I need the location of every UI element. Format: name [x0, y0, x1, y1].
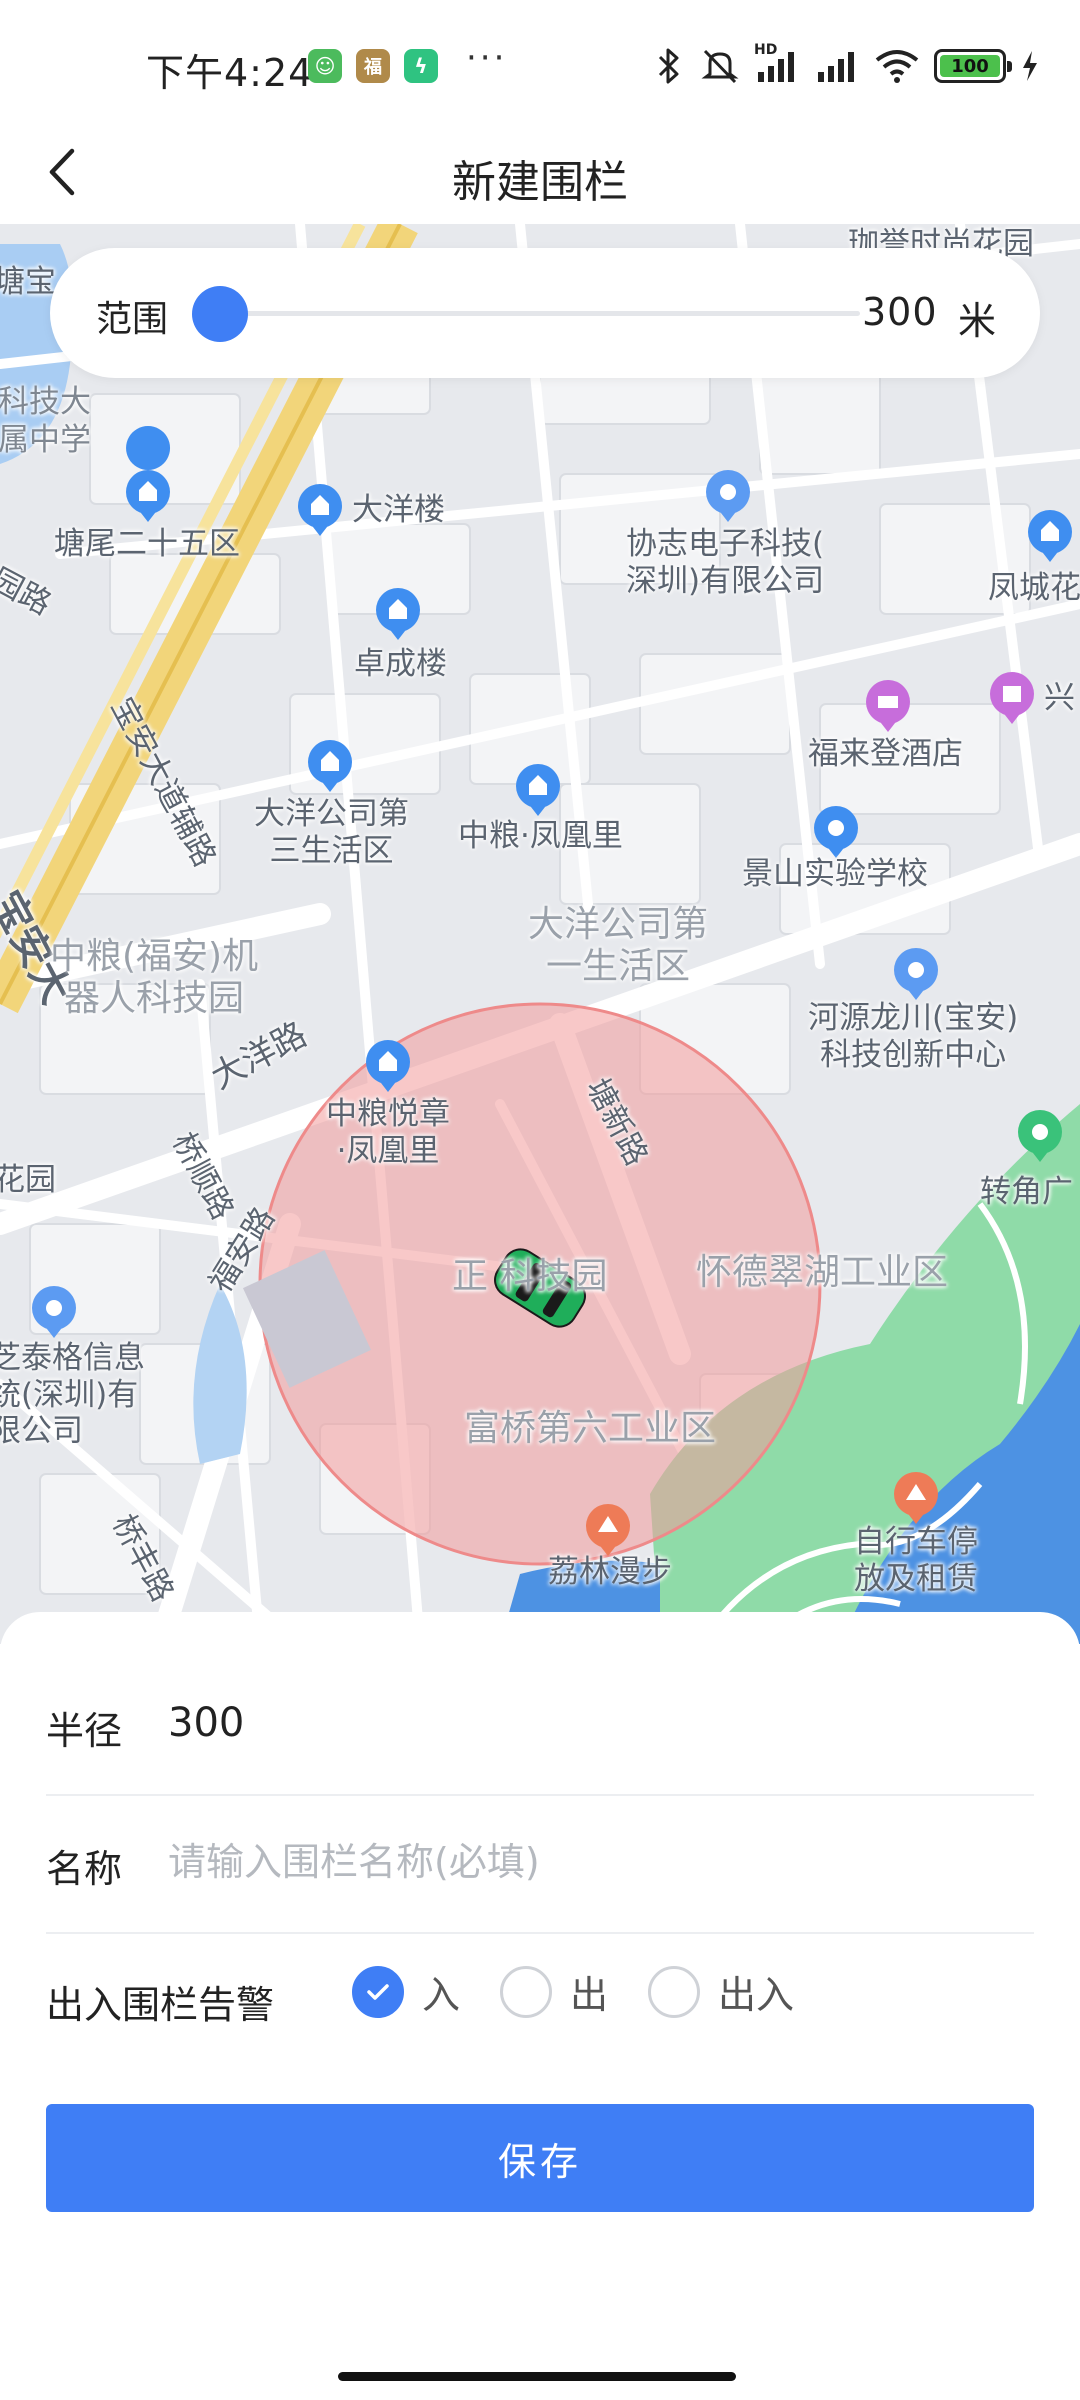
map-label: 协志电子科技( 深圳)有限公司	[626, 526, 825, 599]
status-time: 下午4:24	[146, 51, 314, 95]
map-label: 卓成楼	[354, 646, 447, 682]
range-slider-card: 范围 300 米	[50, 248, 1040, 378]
map-label: 大洋公司第 一生活区	[528, 904, 709, 988]
map-label: 福来登酒店	[808, 736, 963, 772]
map-label: 中粮·凤凰里	[458, 818, 623, 854]
bolt-app-icon: ϟ	[404, 49, 438, 83]
radio-checked-icon	[352, 1965, 404, 2018]
bluetooth-icon	[658, 48, 679, 84]
map-label: 塘尾二十五区	[54, 526, 240, 562]
map-label: 凤城花	[988, 570, 1080, 606]
fence-alert-radio-group: 入 出 出入	[352, 1964, 834, 2019]
range-slider-thumb[interactable]	[192, 286, 248, 342]
map-label: 塘宝	[0, 264, 56, 300]
more-notifications-icon: ···	[466, 38, 508, 78]
alert-option-enter[interactable]: 入	[352, 1964, 460, 2019]
range-value: 300	[862, 290, 938, 334]
radius-label: 半径	[46, 1709, 123, 1753]
map-label: 中粮悦章 ·凤凰里	[326, 1096, 450, 1169]
map-label: 正 科技园	[452, 1256, 608, 1297]
map-label: 富桥第六工业区	[464, 1408, 717, 1449]
mobile-signal-2-icon	[818, 52, 854, 82]
map-label: 自行车停 放及租赁	[854, 1524, 978, 1597]
map-label: 兴	[1044, 680, 1075, 716]
alert-option-label: 出入	[718, 1973, 795, 2017]
alert-option-enter-exit[interactable]: 出入	[648, 1964, 794, 2019]
map-label: 大洋公司第 三生活区	[254, 796, 409, 869]
radius-row: 半径 300	[46, 1658, 1034, 1796]
wifi-icon	[875, 50, 919, 83]
fu-app-icon: 福	[356, 49, 390, 83]
name-label: 名称	[46, 1847, 123, 1891]
map-label: 花园	[0, 1162, 56, 1198]
map-label: 河源龙川(宝安) 科技创新中心	[808, 1000, 1019, 1073]
silent-bell-icon	[701, 49, 739, 84]
range-slider-track[interactable]	[220, 311, 860, 316]
status-indicators: HD 100	[652, 42, 1040, 88]
smile-app-icon: ☺	[308, 49, 342, 83]
battery-level: 100	[940, 55, 1000, 77]
map-label: 属中学	[0, 422, 91, 458]
charging-icon	[1023, 51, 1037, 81]
radio-unchecked-icon	[648, 1965, 701, 2018]
radius-value: 300	[168, 1700, 245, 1746]
range-label: 范围	[96, 299, 169, 340]
battery-icon: 100	[934, 49, 1012, 83]
map-label: 转角广	[980, 1174, 1073, 1210]
map-label: 景山实验学校	[742, 856, 928, 892]
name-row: 名称	[46, 1796, 1034, 1934]
map-label: 大洋楼	[352, 492, 445, 528]
map-label: 怀德翠湖工业区	[696, 1252, 949, 1293]
map-label: 中粮(福安)机 器人科技园	[50, 936, 259, 1020]
page-title: 新建围栏	[452, 157, 628, 208]
map-view[interactable]: 珈誉时尚花园 塘宝 科技大 属中学 塘尾二十五区 园路 大洋楼 协志电子科技( …	[0, 224, 1080, 1644]
alert-option-label: 出	[570, 1973, 609, 2017]
fence-alert-label: 出入围栏告警	[46, 1983, 275, 2027]
save-button[interactable]: 保存	[46, 2104, 1034, 2212]
home-indicator[interactable]	[338, 2372, 736, 2381]
range-unit: 米	[958, 299, 997, 343]
radio-unchecked-icon	[500, 1965, 553, 2018]
map-label: 芝泰格信息 统(深圳)有 限公司	[0, 1340, 145, 1450]
map-label: 荔林漫步	[548, 1554, 672, 1590]
map-label: 科技大	[0, 384, 91, 420]
mobile-signal-1-icon: HD	[754, 42, 800, 86]
alert-option-exit[interactable]: 出	[500, 1964, 608, 2019]
fence-alert-row: 出入围栏告警 入 出 出入	[46, 1952, 1034, 2042]
status-bar: 下午4:24 ☺ 福 ϟ ··· HD 100	[0, 0, 1080, 130]
alert-option-label: 入	[422, 1973, 461, 2017]
fence-name-input[interactable]	[168, 1830, 1008, 1894]
top-app-bar: 新建围栏	[0, 120, 1080, 224]
